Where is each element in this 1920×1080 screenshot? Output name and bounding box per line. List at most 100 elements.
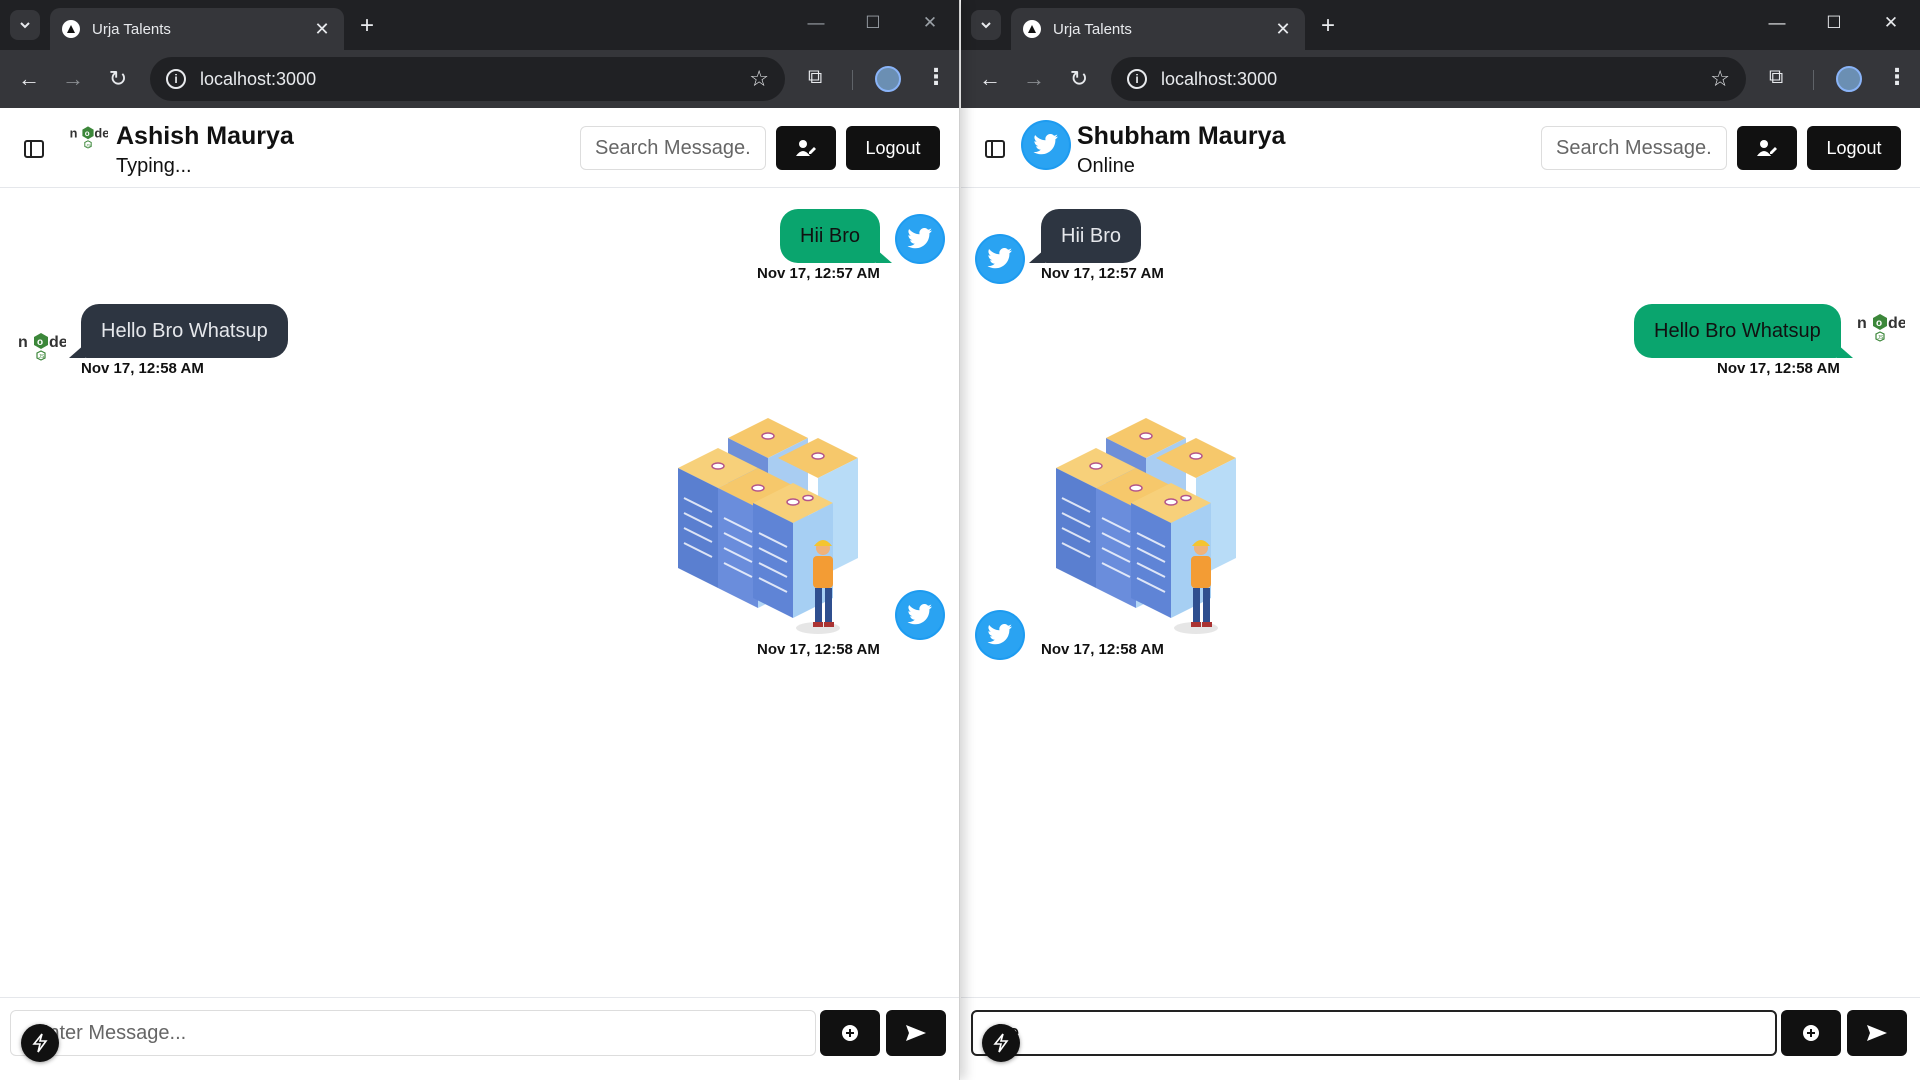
tab-close-icon[interactable]: ✕	[312, 19, 332, 40]
chat-header: Shubham Maurya Online Logout	[961, 108, 1920, 188]
back-icon[interactable]: ←	[978, 67, 1002, 91]
more-menu-icon[interactable]: ⋮	[925, 64, 947, 90]
attach-button[interactable]	[1781, 1010, 1841, 1056]
quick-action-button[interactable]	[21, 1024, 59, 1062]
forward-icon[interactable]: →	[1022, 67, 1046, 91]
message-bubble: Hii Bro	[780, 209, 893, 263]
reload-icon[interactable]: ↻	[1067, 67, 1091, 91]
twitter-bird-icon	[1021, 120, 1071, 170]
browser-toolbar: ← → ↻ i localhost:3000 ☆ ⧉ ⋮	[961, 50, 1920, 108]
message-timestamp: Nov 17, 12:58 AM	[81, 360, 204, 377]
browser-tab[interactable]: Urja Talents ✕	[1011, 8, 1305, 50]
twitter-bird-icon	[895, 214, 945, 264]
toolbar-divider	[852, 70, 853, 90]
forward-icon[interactable]: →	[61, 67, 85, 91]
chevron-down-icon	[981, 22, 991, 29]
logout-button[interactable]: Logout	[1807, 126, 1901, 170]
message-bubble: Hello Bro Whatsup	[1634, 304, 1853, 358]
server-room-image[interactable]	[1046, 398, 1256, 638]
logout-button[interactable]: Logout	[846, 126, 940, 170]
chat-header: Ashish Maurya Typing... Logout	[0, 108, 959, 188]
toolbar-divider	[1813, 70, 1814, 90]
message-input[interactable]	[971, 1010, 1777, 1056]
twitter-bird-icon	[975, 234, 1025, 284]
tab-title: Urja Talents	[1053, 20, 1132, 38]
attach-button[interactable]	[820, 1010, 880, 1056]
send-button[interactable]	[886, 1010, 946, 1056]
close-window-icon[interactable]: ✕	[1881, 13, 1901, 33]
url-text: localhost:3000	[200, 68, 317, 89]
browser-window-right: Urja Talents ✕ + — ☐ ✕ ← → ↻ i localhost…	[961, 0, 1920, 1080]
peer-status: Typing...	[116, 155, 192, 177]
message-timestamp: Nov 17, 12:58 AM	[757, 641, 880, 658]
tab-strip: Urja Talents ✕ + — ☐ ✕	[961, 0, 1920, 50]
message-timestamp: Nov 17, 12:58 AM	[1717, 360, 1840, 377]
peer-name: Shubham Maurya	[1077, 122, 1286, 150]
extensions-icon[interactable]: ⧉	[808, 66, 822, 89]
url-text: localhost:3000	[1161, 68, 1278, 89]
send-icon	[906, 1025, 926, 1041]
chevron-down-icon	[20, 22, 30, 29]
message-composer	[961, 997, 1920, 1080]
sidebar-toggle-icon[interactable]	[24, 140, 44, 158]
message-input[interactable]	[10, 1010, 816, 1056]
back-icon[interactable]: ←	[17, 67, 41, 91]
message-composer	[0, 997, 959, 1080]
search-input[interactable]	[1541, 126, 1727, 170]
nodejs-logo-icon	[68, 118, 108, 162]
browser-toolbar: ← → ↻ i localhost:3000 ☆ ⧉ ⋮	[0, 50, 959, 108]
favicon-icon	[1023, 20, 1041, 38]
more-menu-icon[interactable]: ⋮	[1886, 64, 1908, 90]
send-icon	[1867, 1025, 1887, 1041]
plus-circle-icon	[1803, 1025, 1819, 1041]
favicon-icon	[62, 20, 80, 38]
server-room-image[interactable]	[668, 398, 878, 638]
site-info-icon[interactable]: i	[166, 69, 186, 89]
browser-window-left: Urja Talents ✕ + — ☐ ✕ ← → ↻ i localhost…	[0, 0, 960, 1080]
send-button[interactable]	[1847, 1010, 1907, 1056]
bookmark-star-icon[interactable]: ☆	[749, 66, 769, 92]
tab-title: Urja Talents	[92, 20, 171, 38]
twitter-bird-icon	[895, 590, 945, 640]
twitter-bird-icon	[975, 610, 1025, 660]
address-bar[interactable]: i localhost:3000 ☆	[150, 57, 785, 101]
address-bar[interactable]: i localhost:3000 ☆	[1111, 57, 1746, 101]
quick-action-button[interactable]	[982, 1024, 1020, 1062]
nodejs-logo-icon	[1855, 306, 1905, 356]
lightning-icon	[993, 1033, 1009, 1053]
peer-status: Online	[1077, 155, 1135, 177]
add-user-button[interactable]	[776, 126, 836, 170]
close-window-icon[interactable]: ✕	[920, 13, 940, 33]
user-edit-icon	[796, 140, 816, 156]
nodejs-logo-icon	[16, 325, 66, 375]
extensions-icon[interactable]: ⧉	[1769, 66, 1783, 89]
search-input[interactable]	[580, 126, 766, 170]
profile-avatar[interactable]	[875, 66, 901, 92]
tab-strip: Urja Talents ✕ + — ☐ ✕	[0, 0, 959, 50]
minimize-icon[interactable]: —	[806, 13, 826, 33]
profile-avatar[interactable]	[1836, 66, 1862, 92]
maximize-icon[interactable]: ☐	[1824, 13, 1844, 33]
peer-name: Ashish Maurya	[116, 122, 294, 150]
plus-circle-icon	[842, 1025, 858, 1041]
bookmark-star-icon[interactable]: ☆	[1710, 66, 1730, 92]
message-bubble: Hello Bro Whatsup	[69, 304, 288, 358]
message-timestamp: Nov 17, 12:58 AM	[1041, 641, 1164, 658]
message-timestamp: Nov 17, 12:57 AM	[1041, 265, 1164, 282]
sidebar-toggle-icon[interactable]	[985, 140, 1005, 158]
add-user-button[interactable]	[1737, 126, 1797, 170]
message-timestamp: Nov 17, 12:57 AM	[757, 265, 880, 282]
tab-search-button[interactable]	[10, 10, 40, 40]
message-bubble: Hii Bro	[1028, 209, 1142, 263]
site-info-icon[interactable]: i	[1127, 69, 1147, 89]
minimize-icon[interactable]: —	[1767, 13, 1787, 33]
maximize-icon[interactable]: ☐	[863, 13, 883, 33]
reload-icon[interactable]: ↻	[106, 67, 130, 91]
user-edit-icon	[1757, 140, 1777, 156]
lightning-icon	[32, 1033, 48, 1053]
tab-close-icon[interactable]: ✕	[1273, 19, 1293, 40]
tab-search-button[interactable]	[971, 10, 1001, 40]
browser-tab[interactable]: Urja Talents ✕	[50, 8, 344, 50]
new-tab-button[interactable]: +	[354, 12, 380, 40]
new-tab-button[interactable]: +	[1315, 12, 1341, 40]
